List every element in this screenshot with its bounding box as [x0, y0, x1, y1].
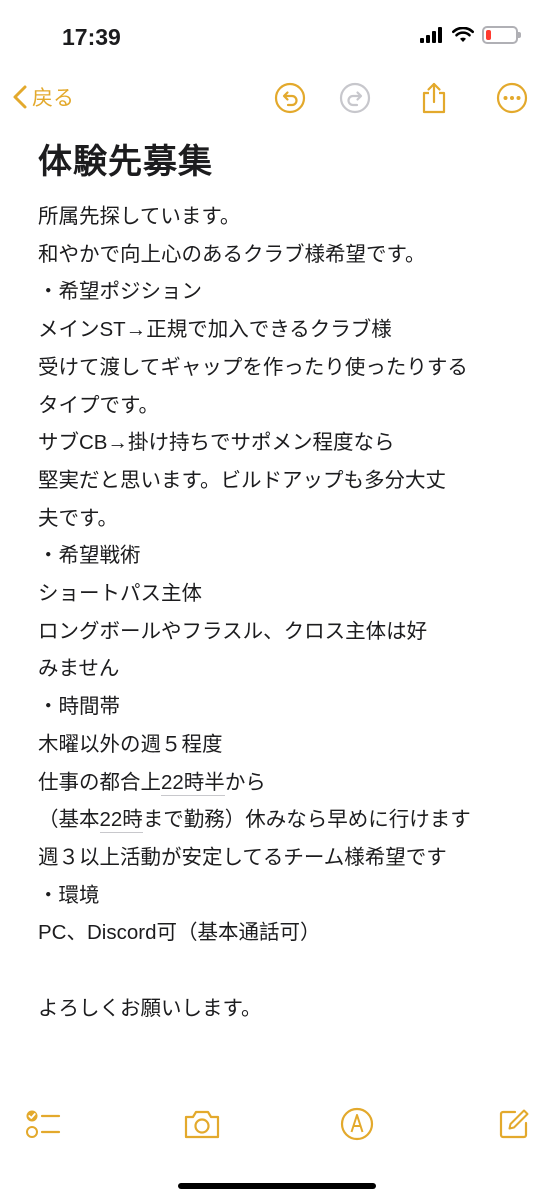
status-icons	[420, 26, 521, 44]
note-line: メインST→正規で加入できるクラブ様	[38, 318, 392, 342]
nav-bar: 戻る	[0, 76, 554, 122]
note-line: ロングボールやフラスル、クロス主体は好	[38, 619, 428, 643]
bottom-toolbar	[0, 1100, 554, 1146]
cellular-signal-icon	[420, 27, 442, 43]
note-line: ショートパス主体	[38, 582, 202, 606]
time-data-detector-link[interactable]: 22時半	[161, 770, 225, 796]
camera-button[interactable]	[182, 1104, 222, 1144]
markup-pen-icon	[340, 1107, 374, 1141]
note-line: 仕事の都合上22時半から	[38, 764, 538, 802]
note-line: ・時間帯	[38, 695, 120, 719]
note-line: 堅実だと思います。ビルドアップも多分大丈	[38, 468, 446, 492]
status-bar: 17:39	[0, 0, 554, 70]
note-line: ・環境	[38, 883, 100, 907]
note-line: 受けて渡してギャップを作ったり使ったりする	[38, 355, 468, 379]
line-text: から	[224, 770, 266, 794]
note-line: （基本22時まで勤務）休みなら早めに行けます	[38, 801, 538, 839]
back-button[interactable]: 戻る	[12, 82, 74, 112]
camera-icon	[184, 1110, 220, 1139]
line-text: まで勤務）休みなら早めに行けます	[142, 808, 471, 832]
more-button[interactable]	[494, 80, 530, 116]
note-line: 夫です。	[38, 506, 118, 530]
note-line: ・希望戦術	[38, 544, 141, 568]
note-line: ・希望ポジション	[38, 280, 202, 304]
undo-button[interactable]	[272, 80, 308, 116]
home-indicator[interactable]	[178, 1183, 376, 1189]
note-line: みません	[38, 657, 120, 681]
note-line: よろしくお願いします。	[38, 996, 262, 1020]
note-line: 木曜以外の週５程度	[38, 732, 223, 756]
back-label: 戻る	[32, 87, 74, 110]
note-line: タイプです。	[38, 393, 159, 417]
note-line: PC、Discord可（基本通話可）	[38, 921, 321, 945]
status-time: 17:39	[62, 24, 121, 50]
wifi-icon	[452, 27, 474, 42]
compose-icon	[499, 1109, 529, 1139]
checklist-icon	[26, 1110, 61, 1138]
undo-icon	[274, 82, 306, 114]
redo-button[interactable]	[337, 80, 373, 116]
line-text: （基本	[38, 808, 100, 832]
note-title: 体験先募集	[38, 142, 213, 182]
checklist-button[interactable]	[24, 1104, 64, 1144]
compose-button[interactable]	[494, 1104, 534, 1144]
redo-icon	[339, 82, 371, 114]
battery-icon	[482, 26, 521, 44]
line-text: 仕事の都合上	[38, 770, 161, 794]
note-line: 所属先探しています。	[38, 205, 241, 228]
markup-button[interactable]	[337, 1104, 377, 1144]
more-icon	[496, 82, 528, 114]
note-body[interactable]: 体験先募集 所属先探しています。 和やかで向上心のあるクラブ様希望です。 ・希望…	[38, 140, 538, 1027]
time-data-detector-link[interactable]: 22時	[99, 808, 143, 834]
note-line: サブCB→掛け持ちでサポメン程度なら	[38, 431, 395, 455]
note-blank-line	[38, 952, 538, 990]
note-line: 和やかで向上心のあるクラブ様希望です。	[38, 242, 426, 266]
share-icon	[422, 82, 446, 114]
share-button[interactable]	[416, 80, 452, 116]
note-line: 週３以上活動が安定してるチーム様希望です	[38, 845, 447, 869]
chevron-left-icon	[13, 85, 27, 109]
